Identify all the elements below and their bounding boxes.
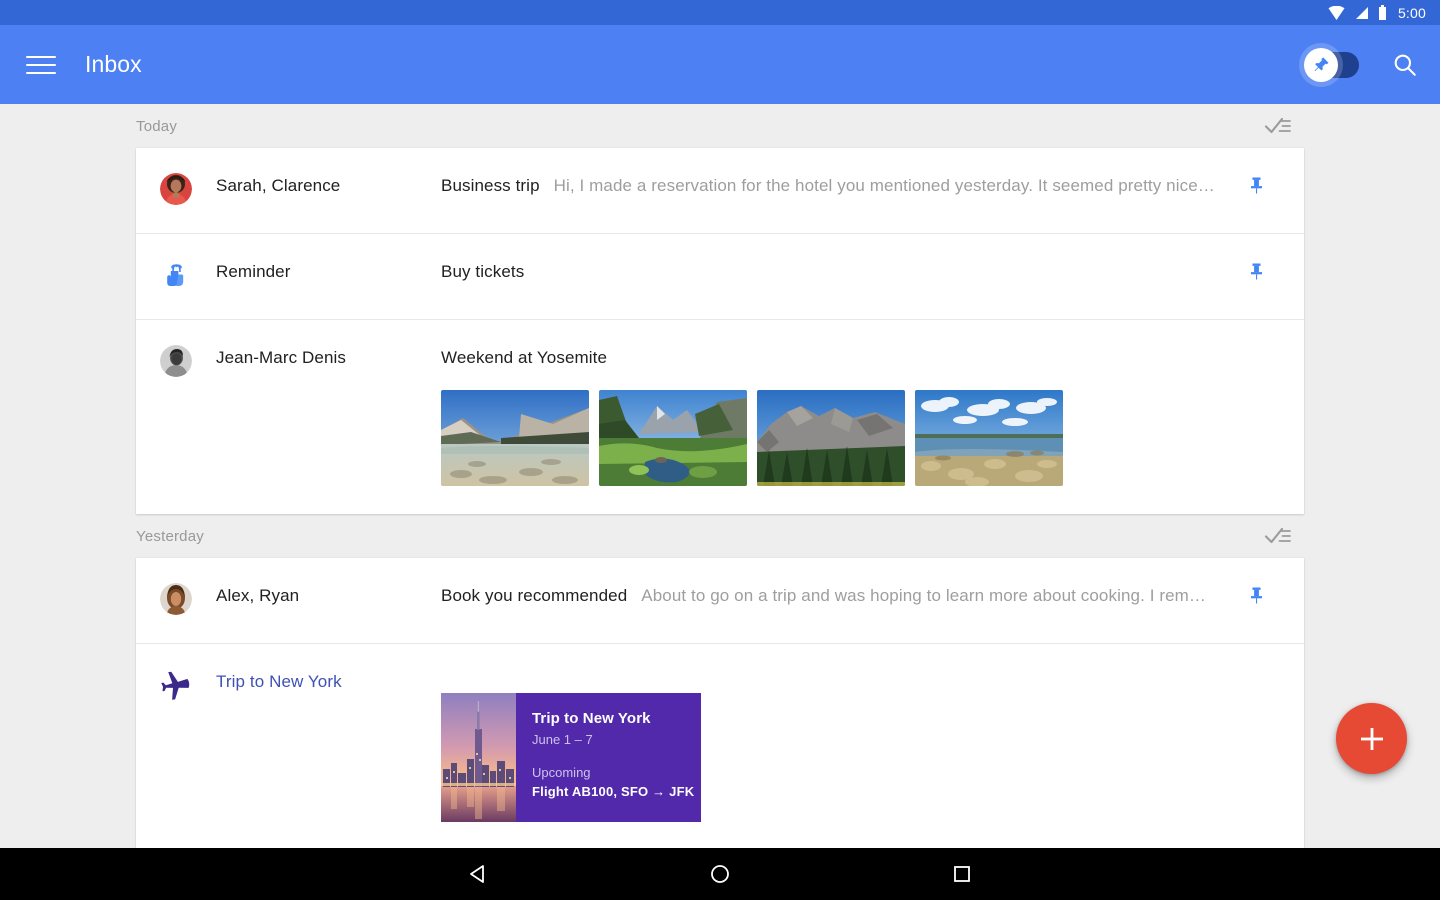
back-triangle-icon[interactable]: [466, 862, 490, 886]
subject-text: Business trip: [441, 176, 540, 196]
pin-icon[interactable]: [1238, 558, 1274, 604]
sender-name: Trip to New York: [216, 644, 441, 692]
table-row[interactable]: Alex, Ryan Book you recommended About to…: [136, 558, 1304, 643]
table-row[interactable]: Jean-Marc Denis Weekend at Yosemite: [136, 319, 1304, 514]
yosemite-valley-photo[interactable]: [599, 390, 747, 486]
trip-dates: June 1 – 7: [532, 732, 701, 747]
pin-toggle-knob: [1304, 48, 1338, 82]
table-row[interactable]: Sarah, Clarence Business trip Hi, I made…: [136, 148, 1304, 233]
trip-flight: Flight AB100, SFO → JFK: [532, 784, 701, 799]
trip-info-panel: Trip to New York June 1 – 7 Upcoming Fli…: [516, 693, 701, 822]
trip-summary-card[interactable]: Trip to New York June 1 – 7 Upcoming Fli…: [441, 693, 701, 822]
row-body: Buy tickets: [441, 234, 1238, 282]
hamburger-menu-icon[interactable]: [26, 52, 56, 78]
done-all-sweep-icon[interactable]: [1264, 525, 1292, 547]
home-circle-icon[interactable]: [708, 862, 732, 886]
subject-text: Buy tickets: [441, 262, 524, 282]
reminder-finger-string-icon: [160, 259, 192, 291]
battery-icon: [1378, 5, 1387, 20]
compose-fab-button[interactable]: [1336, 703, 1407, 774]
section-header-today: Today: [0, 104, 1440, 148]
avatar-cell: [136, 558, 216, 615]
table-row[interactable]: Reminder Buy tickets: [136, 233, 1304, 319]
subject-text: Book you recommended: [441, 586, 627, 606]
section-label: Today: [136, 118, 177, 135]
avatar-cell: [136, 644, 216, 701]
plus-icon: [1358, 725, 1386, 753]
trip-title: Trip to New York: [532, 710, 701, 727]
page-title: Inbox: [85, 51, 142, 78]
preview-text: Hi, I made a reservation for the hotel y…: [554, 176, 1215, 196]
yosemite-cliff-photo[interactable]: [757, 390, 905, 486]
sender-name: Reminder: [216, 234, 441, 282]
avatar-cell: [136, 234, 216, 291]
nyc-skyline-sunset-photo: [441, 693, 516, 822]
photo-attachment-strip: [441, 390, 1238, 486]
row-body: Book you recommended About to go on a tr…: [441, 558, 1238, 606]
yosemite-lake-photo[interactable]: [441, 390, 589, 486]
photo-avatar-jeanmarc: [160, 345, 192, 377]
airplane-icon: [160, 669, 192, 701]
row-body: Trip to New York June 1 – 7 Upcoming Fli…: [441, 644, 1238, 822]
done-all-sweep-icon[interactable]: [1264, 115, 1292, 137]
app-bar-actions: [1307, 52, 1418, 78]
status-time: 5:00: [1398, 6, 1426, 20]
cell-signal-icon: [1354, 6, 1369, 20]
subject-text: Weekend at Yosemite: [441, 348, 607, 368]
avatar-cell: [136, 320, 216, 377]
pin-toggle[interactable]: [1307, 52, 1359, 78]
status-bar: 5:00: [0, 0, 1440, 25]
recents-square-icon[interactable]: [950, 862, 974, 886]
section-label: Yesterday: [136, 528, 204, 545]
row-body: Weekend at Yosemite: [441, 320, 1238, 486]
sender-name: Jean-Marc Denis: [216, 320, 441, 368]
pin-icon[interactable]: [1238, 148, 1274, 194]
avatar-cell: [136, 148, 216, 205]
section-header-yesterday: Yesterday: [0, 514, 1440, 558]
yesterday-card: Alex, Ryan Book you recommended About to…: [136, 558, 1304, 848]
pin-icon[interactable]: [1238, 234, 1274, 280]
app-bar: Inbox: [0, 25, 1440, 104]
trip-status: Upcoming: [532, 765, 701, 780]
inbox-list[interactable]: Today: [0, 104, 1440, 848]
table-row[interactable]: Trip to New York: [136, 643, 1304, 848]
sender-name: Alex, Ryan: [216, 558, 441, 606]
photo-avatar-alex: [160, 583, 192, 615]
photo-avatar-sarah: [160, 173, 192, 205]
wifi-icon: [1328, 6, 1345, 20]
android-navigation-bar: [0, 848, 1440, 900]
yosemite-shore-photo[interactable]: [915, 390, 1063, 486]
row-body: Business trip Hi, I made a reservation f…: [441, 148, 1238, 196]
today-card: Sarah, Clarence Business trip Hi, I made…: [136, 148, 1304, 514]
pin-icon: [1313, 56, 1330, 73]
preview-text: About to go on a trip and was hoping to …: [641, 586, 1206, 606]
search-icon[interactable]: [1392, 52, 1418, 78]
sender-name: Sarah, Clarence: [216, 148, 441, 196]
